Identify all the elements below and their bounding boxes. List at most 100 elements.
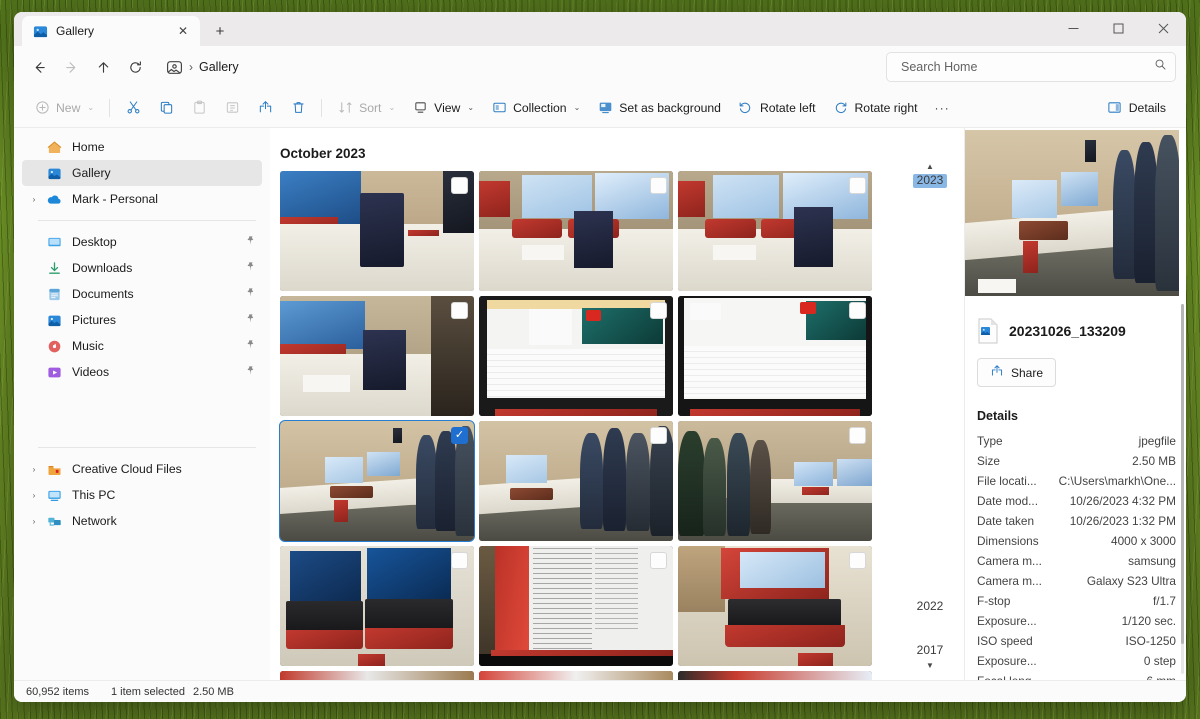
- tile-checkbox[interactable]: [849, 177, 866, 194]
- close-button[interactable]: [1141, 12, 1186, 44]
- timeline-year-label: 2022: [916, 599, 944, 613]
- photo-tile[interactable]: [280, 546, 474, 666]
- share-button[interactable]: [249, 94, 281, 122]
- chevron-right-icon[interactable]: ›: [24, 491, 44, 500]
- sidebar-item-network[interactable]: › Network: [22, 508, 262, 534]
- photo-tile[interactable]: [678, 171, 872, 291]
- sidebar-item-videos[interactable]: Videos: [22, 359, 262, 385]
- photo-tile[interactable]: [280, 296, 474, 416]
- chevron-right-icon[interactable]: ›: [24, 517, 44, 526]
- gallery-grid-pane[interactable]: October 2023 ✓ ▲ 2023 2022 2017 ▼: [270, 128, 964, 680]
- details-pane-button[interactable]: Details: [1099, 94, 1174, 122]
- breadcrumb[interactable]: › Gallery: [160, 52, 884, 82]
- photo-tile[interactable]: [678, 421, 872, 541]
- rotate-right-button[interactable]: Rotate right: [825, 94, 926, 122]
- photo-tile[interactable]: [678, 296, 872, 416]
- rotate-left-button[interactable]: Rotate left: [730, 94, 824, 122]
- details-scrollbar[interactable]: [1181, 304, 1184, 674]
- photo-tile[interactable]: [678, 546, 872, 666]
- new-tab-button[interactable]: +: [206, 17, 234, 45]
- photo-tile[interactable]: [479, 421, 673, 541]
- timeline-year-2022[interactable]: 2022: [917, 599, 944, 613]
- tile-checkbox[interactable]: [650, 302, 667, 319]
- sidebar-item-onedrive[interactable]: › Mark - Personal: [22, 186, 262, 212]
- scroll-down-arrow-icon[interactable]: ▼: [926, 661, 934, 670]
- tile-checkbox[interactable]: [849, 552, 866, 569]
- search-input[interactable]: [899, 59, 1148, 75]
- item-count: 60,952 items: [26, 685, 89, 698]
- sidebar-item-gallery[interactable]: Gallery: [22, 160, 262, 186]
- refresh-button[interactable]: [120, 52, 150, 82]
- collection-button[interactable]: Collection ⌄: [483, 94, 588, 122]
- photo-tile[interactable]: [280, 171, 474, 291]
- this-pc-icon: [44, 488, 64, 503]
- up-button[interactable]: [88, 52, 118, 82]
- rotate-right-icon: [833, 100, 849, 116]
- copy-button[interactable]: [150, 94, 182, 122]
- tile-checkbox[interactable]: [451, 177, 468, 194]
- pin-icon[interactable]: [245, 365, 256, 379]
- cut-button[interactable]: [117, 94, 149, 122]
- tile-checkbox[interactable]: [451, 552, 468, 569]
- timeline-year-label: 2017: [916, 643, 944, 657]
- tile-checkbox[interactable]: [451, 302, 468, 319]
- timeline-year-2023[interactable]: 2023: [912, 173, 948, 188]
- set-as-background-label: Set as background: [619, 100, 721, 115]
- tile-checkbox[interactable]: [849, 302, 866, 319]
- photo-tile[interactable]: [479, 171, 673, 291]
- view-icon: [412, 100, 428, 116]
- new-button[interactable]: New ⌄: [26, 94, 102, 122]
- preview-image[interactable]: [965, 130, 1179, 296]
- sidebar-item-documents[interactable]: Documents: [22, 281, 262, 307]
- chevron-right-icon[interactable]: ›: [24, 465, 44, 474]
- search-icon[interactable]: [1154, 58, 1167, 76]
- tab-gallery[interactable]: Gallery ✕: [22, 16, 200, 46]
- tile-checkbox[interactable]: [650, 427, 667, 444]
- pin-icon[interactable]: [245, 235, 256, 249]
- sidebar-item-this-pc[interactable]: › This PC: [22, 482, 262, 508]
- sidebar-item-creative-cloud-files[interactable]: › Creative Cloud Files: [22, 456, 262, 482]
- photo-tile[interactable]: [280, 671, 474, 680]
- sidebar-item-pictures[interactable]: Pictures: [22, 307, 262, 333]
- sidebar-item-home[interactable]: Home: [22, 134, 262, 160]
- photo-tile[interactable]: [479, 546, 673, 666]
- photo-tile[interactable]: [678, 671, 872, 680]
- forward-button[interactable]: [56, 52, 86, 82]
- photo-art: [678, 546, 872, 666]
- sidebar-item-music[interactable]: Music: [22, 333, 262, 359]
- tile-checkbox-checked[interactable]: ✓: [451, 427, 468, 444]
- close-icon[interactable]: ✕: [174, 22, 192, 40]
- scroll-up-arrow-icon[interactable]: ▲: [926, 162, 934, 171]
- detail-row: Dimensions 4000 x 3000: [965, 531, 1186, 551]
- breadcrumb-label[interactable]: Gallery: [199, 60, 239, 74]
- pin-icon[interactable]: [245, 261, 256, 275]
- chevron-right-icon[interactable]: ›: [24, 195, 44, 204]
- timeline-scrubber[interactable]: ▲ 2023 2022 2017 ▼: [896, 128, 964, 680]
- photo-tile-selected[interactable]: ✓: [279, 420, 475, 542]
- view-button[interactable]: View ⌄: [404, 94, 482, 122]
- back-button[interactable]: [24, 52, 54, 82]
- timeline-year-2017[interactable]: 2017: [917, 643, 944, 657]
- rename-button[interactable]: [216, 94, 248, 122]
- tile-checkbox[interactable]: [650, 177, 667, 194]
- photo-tile[interactable]: [479, 296, 673, 416]
- search-box[interactable]: [886, 52, 1176, 82]
- paste-button[interactable]: [183, 94, 215, 122]
- delete-button[interactable]: [282, 94, 314, 122]
- sidebar-item-desktop[interactable]: Desktop: [22, 229, 262, 255]
- sidebar-item-downloads[interactable]: Downloads: [22, 255, 262, 281]
- more-options-button[interactable]: ···: [927, 94, 958, 122]
- pin-icon[interactable]: [245, 313, 256, 327]
- sort-button[interactable]: Sort ⌄: [329, 94, 403, 122]
- network-icon: [44, 514, 64, 529]
- photo-art: [678, 296, 872, 416]
- tile-checkbox[interactable]: [849, 427, 866, 444]
- pin-icon[interactable]: [245, 339, 256, 353]
- photo-tile[interactable]: [479, 671, 673, 680]
- pin-icon[interactable]: [245, 287, 256, 301]
- tile-checkbox[interactable]: [650, 552, 667, 569]
- set-as-background-button[interactable]: Set as background: [589, 94, 729, 122]
- share-button[interactable]: Share: [977, 358, 1057, 387]
- minimize-button[interactable]: [1051, 12, 1096, 44]
- maximize-button[interactable]: [1096, 12, 1141, 44]
